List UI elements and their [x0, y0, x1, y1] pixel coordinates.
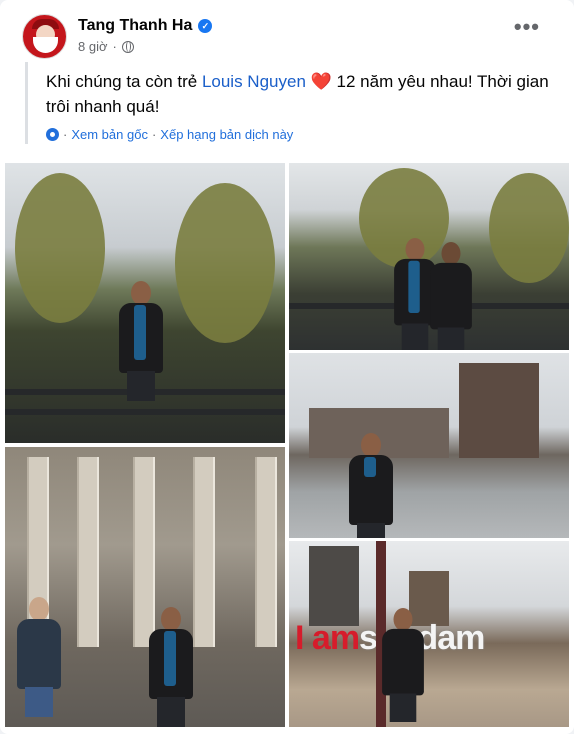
- view-original-link[interactable]: Xem bản gốc: [71, 127, 148, 142]
- translation-separator-2: ·: [151, 127, 157, 142]
- avatar-beard: [33, 37, 58, 53]
- photo-church-building: [459, 363, 539, 458]
- photo-tree: [175, 183, 275, 343]
- heart-emoji: ❤️: [310, 72, 332, 91]
- author-name[interactable]: Tang Thanh Ha: [78, 17, 192, 35]
- photo-person: [17, 597, 61, 717]
- meta-separator: ·: [112, 39, 117, 54]
- translation-separator-1: ·: [63, 127, 68, 142]
- post-header: Tang Thanh Ha ✓ 8 giờ · •••: [22, 14, 558, 60]
- photo-tree: [15, 173, 105, 323]
- photo-railing: [5, 409, 285, 415]
- post-time[interactable]: 8 giờ: [78, 39, 108, 54]
- photo-canal-2[interactable]: [289, 163, 569, 350]
- photo-church[interactable]: [289, 353, 569, 538]
- photo-person: [119, 281, 163, 401]
- post-meta: 8 giờ ·: [78, 39, 134, 54]
- photo-iamsterdam[interactable]: I amsterdam: [289, 541, 569, 727]
- mention-link[interactable]: Louis Nguyen: [202, 72, 306, 91]
- author-avatar[interactable]: [22, 14, 67, 59]
- post-card: Tang Thanh Ha ✓ 8 giờ · ••• Khi chúng ta…: [0, 0, 574, 734]
- photo-person: [149, 607, 193, 727]
- photo-person: [382, 608, 424, 722]
- verified-badge-icon: ✓: [198, 19, 213, 33]
- author-name-row: Tang Thanh Ha ✓: [78, 17, 213, 35]
- photo-person: [430, 242, 472, 350]
- photo-column: [77, 457, 99, 647]
- globe-icon[interactable]: [121, 40, 134, 53]
- photo-person: [349, 433, 393, 538]
- photo-canal-1[interactable]: [5, 163, 285, 443]
- post-text-block: Khi chúng ta còn trẻ Louis Nguyen ❤️ 12 …: [25, 62, 549, 144]
- photo-column: [193, 457, 215, 647]
- post-text: Khi chúng ta còn trẻ Louis Nguyen ❤️ 12 …: [46, 69, 549, 119]
- translation-row: · Xem bản gốc · Xếp hạng bản dịch này: [46, 127, 549, 142]
- photo-column: [255, 457, 277, 647]
- photo-pantheon[interactable]: [5, 447, 285, 727]
- gear-icon[interactable]: [46, 128, 59, 141]
- photo-scaffold-building: [309, 546, 359, 626]
- post-text-start: Khi chúng ta còn trẻ: [46, 72, 202, 91]
- photo-tree: [489, 173, 569, 283]
- more-options-button[interactable]: •••: [514, 16, 540, 38]
- rate-translation-link[interactable]: Xếp hạng bản dịch này: [160, 127, 293, 142]
